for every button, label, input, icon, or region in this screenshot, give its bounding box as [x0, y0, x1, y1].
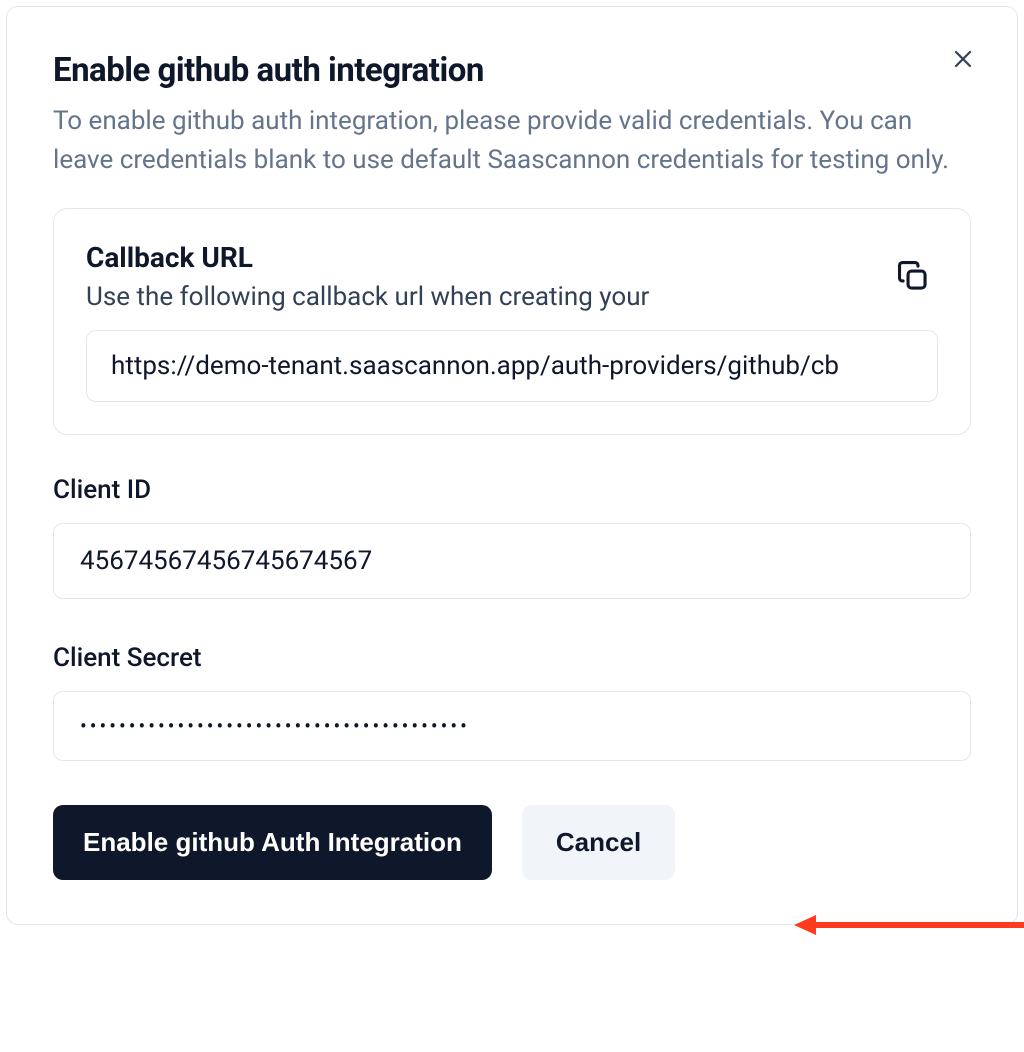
enable-auth-button[interactable]: Enable github Auth Integration: [53, 805, 492, 880]
modal-description: To enable github auth integration, pleas…: [53, 102, 971, 180]
callback-subtitle: Use the following callback url when crea…: [86, 282, 649, 312]
client-secret-label: Client Secret: [53, 643, 971, 673]
callback-url-input[interactable]: [86, 330, 938, 402]
callback-header: Callback URL Use the following callback …: [86, 241, 938, 312]
client-secret-input[interactable]: [53, 691, 971, 761]
client-id-input[interactable]: [53, 523, 971, 599]
copy-button[interactable]: [888, 251, 938, 304]
callback-url-card: Callback URL Use the following callback …: [53, 208, 971, 435]
modal-header: Enable github auth integration To enable…: [53, 51, 971, 180]
button-row: Enable github Auth Integration Cancel: [53, 805, 971, 880]
client-secret-group: Client Secret: [53, 643, 971, 761]
close-button[interactable]: [945, 41, 981, 77]
client-id-label: Client ID: [53, 475, 971, 505]
client-id-group: Client ID: [53, 475, 971, 599]
cancel-button[interactable]: Cancel: [522, 805, 675, 880]
enable-auth-modal: Enable github auth integration To enable…: [6, 6, 1018, 925]
modal-title: Enable github auth integration: [53, 51, 971, 90]
close-icon: [951, 47, 975, 71]
callback-title: Callback URL: [86, 241, 649, 274]
copy-icon: [896, 259, 930, 293]
